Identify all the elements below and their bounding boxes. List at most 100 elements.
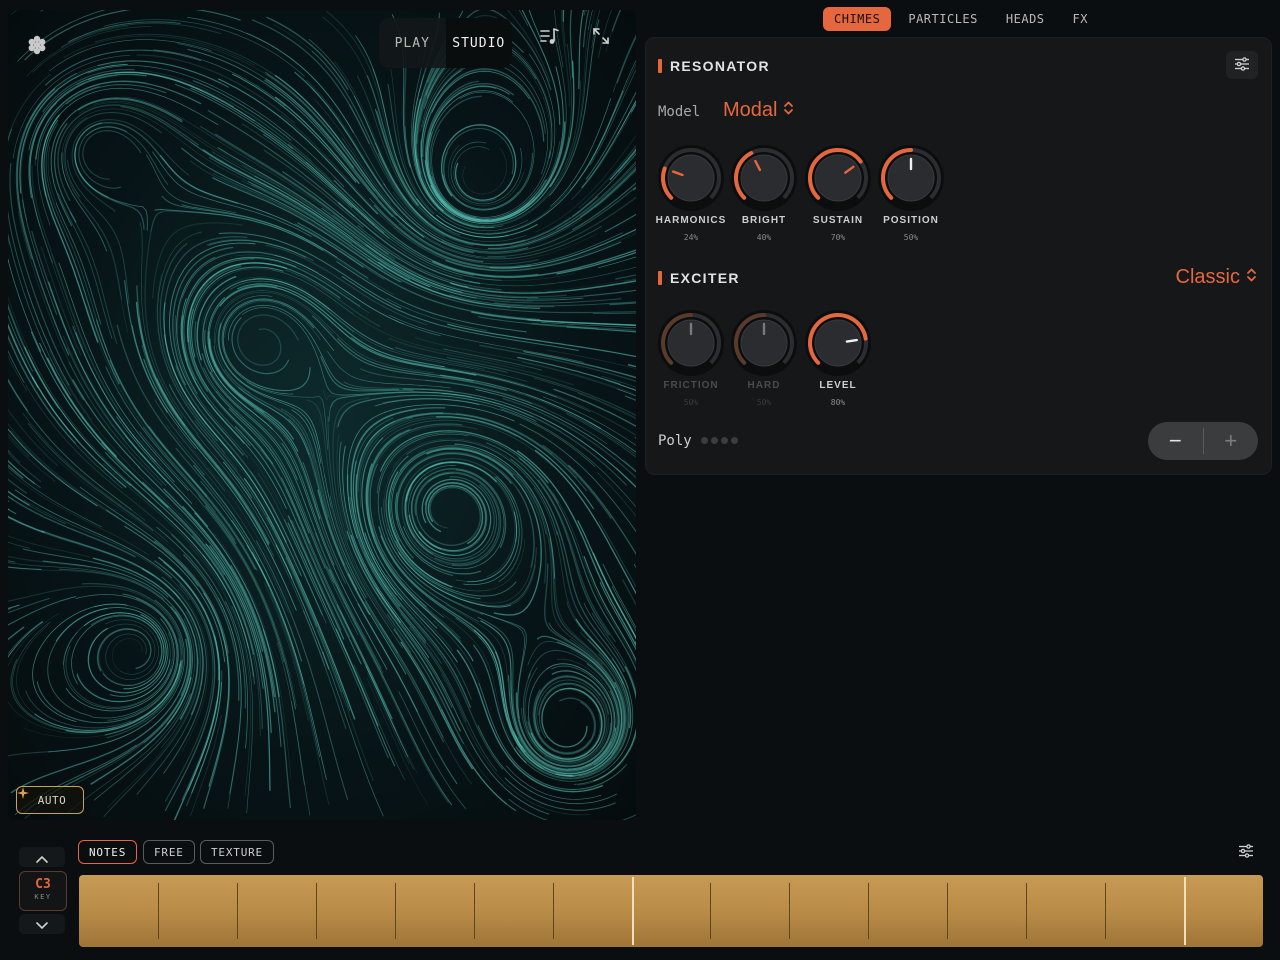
key-divider (315, 883, 317, 939)
accent-bar (658, 271, 662, 285)
knob-dial (658, 310, 724, 376)
keyboard-settings-button[interactable] (1232, 840, 1260, 864)
keyboard-key[interactable] (868, 875, 947, 947)
knob-position[interactable]: POSITION 50% (874, 143, 948, 242)
particle-canvas[interactable]: PLAY STUDIO AUTO (8, 10, 636, 820)
octave-down-button[interactable] (19, 914, 65, 934)
tab-chimes[interactable]: CHIMES (823, 7, 892, 31)
knob-value: 50% (756, 398, 772, 407)
knob-label: LEVEL (819, 380, 857, 391)
knob-label: FRICTION (663, 380, 719, 391)
notes-mode-button[interactable]: NOTES (78, 840, 138, 864)
model-value: Modal (723, 99, 778, 121)
auto-label: AUTO (37, 793, 67, 807)
key-divider (1105, 883, 1107, 939)
knob-sustain[interactable]: SUSTAIN 70% (801, 143, 875, 242)
mode-switch: PLAY STUDIO (379, 18, 512, 68)
flow-field-trails (8, 10, 636, 820)
keyboard-key[interactable] (395, 875, 474, 947)
exciter-title: EXCITER (670, 270, 740, 286)
note-keyboard[interactable] (79, 875, 1263, 947)
key-divider (789, 883, 791, 939)
studio-mode-tab[interactable]: STUDIO (445, 18, 512, 68)
knob-harmonics[interactable]: HARMONICS 24% (654, 143, 728, 242)
exciter-type-select[interactable]: Classic (1176, 266, 1257, 289)
flower-icon[interactable] (26, 34, 58, 66)
chevron-updown-icon (1246, 266, 1257, 289)
knob-dial (658, 145, 724, 211)
poly-voice-dots (701, 437, 738, 444)
knob-dial (878, 145, 944, 211)
key-note: C3 (35, 877, 51, 892)
key-indicator[interactable]: C3 KEY (19, 871, 67, 911)
model-select[interactable]: Modal (723, 99, 794, 122)
key-divider (947, 883, 949, 939)
knob-value: 40% (756, 233, 772, 242)
knob-value: 50% (903, 233, 919, 242)
sliders-icon (1234, 56, 1250, 75)
knob-bright[interactable]: BRIGHT 40% (727, 143, 801, 242)
knob-dial (805, 310, 871, 376)
knob-dial (731, 145, 797, 211)
chevron-down-icon (36, 915, 48, 934)
poly-dot (721, 437, 728, 444)
knob-label: HARMONICS (655, 215, 727, 226)
resonator-settings-button[interactable] (1226, 51, 1258, 79)
model-label: Model (658, 104, 701, 120)
resonator-heading: RESONATOR (658, 58, 770, 74)
knob-friction[interactable]: FRICTION 50% (654, 308, 728, 407)
key-label: KEY (34, 893, 52, 901)
keyboard-key[interactable] (553, 875, 632, 947)
chevron-updown-icon (783, 99, 794, 122)
knob-value: 24% (683, 233, 699, 242)
poly-dot (711, 437, 718, 444)
resonator-title: RESONATOR (670, 58, 770, 74)
chevron-up-icon (36, 848, 48, 867)
key-divider (394, 883, 396, 939)
poly-dot (701, 437, 708, 444)
keyboard-key[interactable] (632, 875, 711, 947)
knob-label: POSITION (883, 215, 939, 226)
texture-mode-button[interactable]: TEXTURE (200, 840, 274, 864)
play-mode-tab[interactable]: PLAY (379, 18, 446, 68)
poly-decrement-button[interactable]: − (1148, 422, 1203, 460)
keyboard-key[interactable] (947, 875, 1026, 947)
keyboard-key[interactable] (158, 875, 237, 947)
tab-fx[interactable]: FX (1062, 7, 1099, 31)
free-mode-button[interactable]: FREE (143, 840, 195, 864)
knob-label: BRIGHT (741, 215, 787, 226)
chimes-panel: RESONATOR Model Modal HARMONICS 24% BRIGHT… (645, 37, 1272, 475)
octave-up-button[interactable] (19, 847, 65, 867)
knob-level[interactable]: LEVEL 80% (801, 308, 875, 407)
poly-dot (731, 437, 738, 444)
knob-label: HARD (747, 380, 781, 391)
knob-dial (731, 310, 797, 376)
key-divider (1184, 877, 1187, 945)
key-divider (236, 883, 238, 939)
music-note-list-icon[interactable] (539, 27, 571, 59)
tab-particles[interactable]: PARTICLES (897, 7, 989, 31)
poly-stepper: − + (1148, 422, 1258, 460)
keyboard-key[interactable] (1105, 875, 1184, 947)
keyboard-key[interactable] (316, 875, 395, 947)
knob-hard[interactable]: HARD 50% (727, 308, 801, 407)
keyboard-key[interactable] (237, 875, 316, 947)
expand-icon[interactable] (592, 27, 624, 59)
key-divider (157, 883, 159, 939)
key-divider (710, 883, 712, 939)
sliders-icon (1238, 843, 1254, 862)
keyboard-key[interactable] (474, 875, 553, 947)
keyboard-key[interactable] (789, 875, 868, 947)
knob-label: SUSTAIN (812, 215, 864, 226)
poly-increment-button[interactable]: + (1204, 422, 1259, 460)
keyboard-key[interactable] (1026, 875, 1105, 947)
keyboard-key[interactable] (79, 875, 158, 947)
key-divider (552, 883, 554, 939)
auto-button[interactable]: AUTO (16, 786, 84, 814)
keyboard-key[interactable] (710, 875, 789, 947)
poly-label: Poly (658, 433, 692, 449)
key-divider (1026, 883, 1028, 939)
knob-value: 80% (830, 398, 846, 407)
keyboard-key[interactable] (1184, 875, 1263, 947)
tab-heads[interactable]: HEADS (995, 7, 1056, 31)
